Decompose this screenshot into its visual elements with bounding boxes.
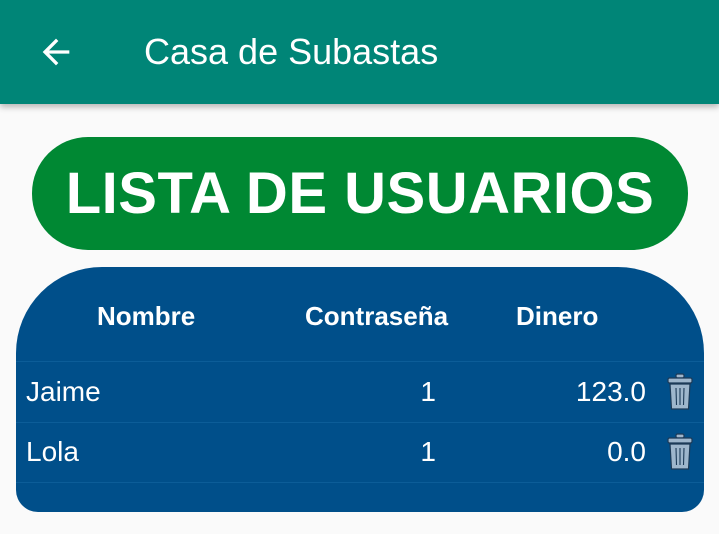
users-table: Nombre Contraseña Dinero Jaime 1 123.0 L… — [16, 267, 704, 512]
table-row: Lola 1 0.0 — [16, 422, 704, 483]
user-list-heading-button[interactable]: LISTA DE USUARIOS — [32, 137, 688, 250]
user-password-cell: 1 — [420, 376, 436, 407]
trash-icon[interactable] — [666, 373, 694, 411]
user-money-cell: 0.0 — [607, 436, 646, 467]
column-header-password: Contraseña — [305, 301, 449, 331]
trash-icon[interactable] — [666, 433, 694, 471]
user-name-cell: Lola — [26, 436, 79, 467]
app-bar: Casa de Subastas — [0, 0, 719, 104]
back-button[interactable] — [28, 24, 84, 80]
user-list-heading: LISTA DE USUARIOS — [65, 161, 655, 226]
app-title: Casa de Subastas — [144, 31, 439, 72]
arrow-left-icon — [42, 38, 70, 66]
column-header-money: Dinero — [516, 301, 599, 331]
user-name-cell: Jaime — [26, 376, 101, 407]
table-row: Jaime 1 123.0 — [16, 361, 704, 423]
column-header-name: Nombre — [97, 301, 196, 331]
user-password-cell: 1 — [420, 436, 436, 467]
user-money-cell: 123.0 — [575, 376, 646, 407]
